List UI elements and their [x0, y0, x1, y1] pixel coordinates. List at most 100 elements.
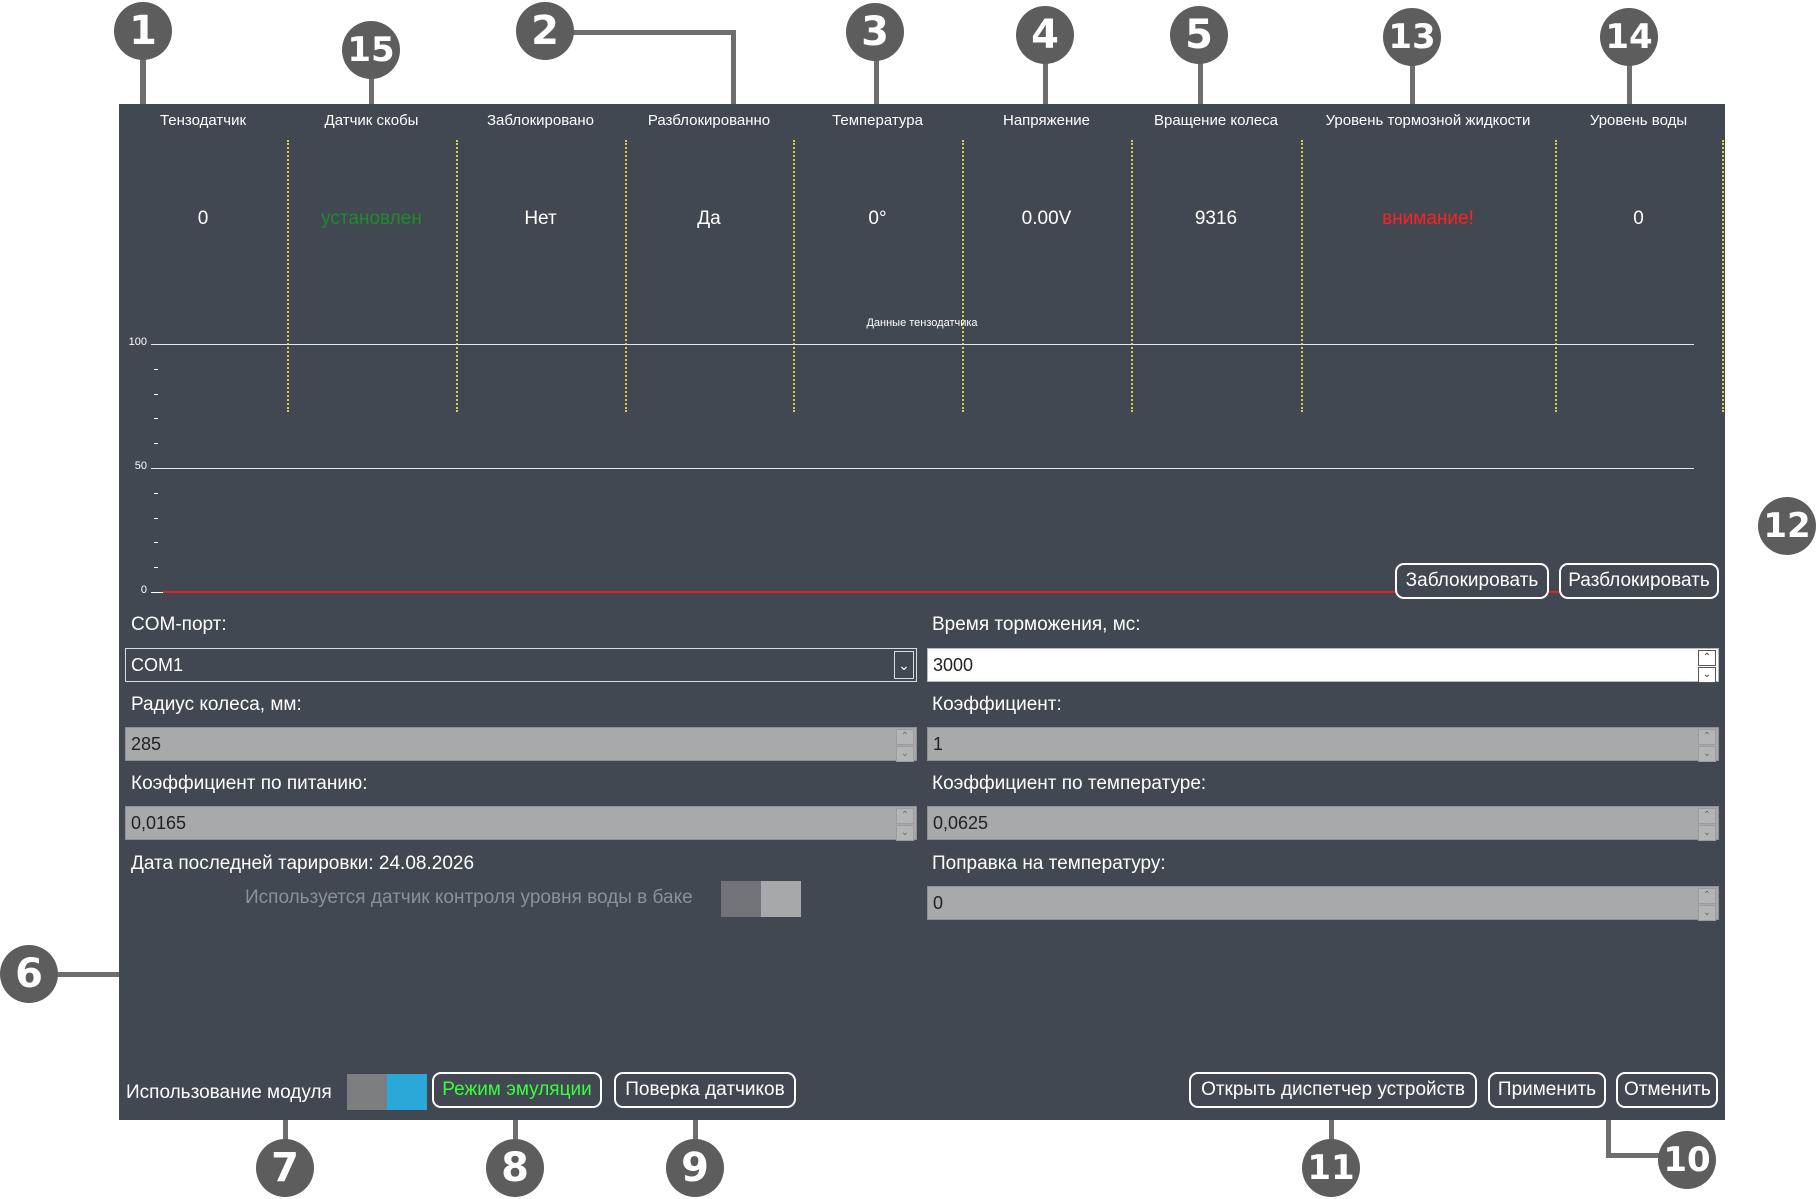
com-port-select[interactable]: COM1 ⌄ — [125, 648, 917, 682]
wheel-radius-value: 285 — [131, 734, 162, 754]
column-separator — [1131, 140, 1133, 412]
chevron-down-icon[interactable]: ⌄ — [896, 746, 914, 762]
callout-badge: 2 — [516, 2, 574, 60]
column-separator — [456, 140, 458, 412]
value-locked: Нет — [524, 208, 557, 229]
header-label-locked: Заблокировано — [487, 112, 594, 129]
minor-tick — [154, 394, 158, 395]
temp-coef-field[interactable]: 0,0625 ⌃ ⌄ — [927, 806, 1719, 841]
header-label-temperature: Температура — [832, 112, 923, 129]
brake-time-field[interactable]: 3000 ⌃ ⌄ — [927, 648, 1719, 683]
chevron-up-icon[interactable]: ⌃ — [1698, 729, 1716, 745]
minor-tick — [154, 493, 158, 494]
temp-correction-value: 0 — [933, 893, 944, 913]
module-usage-toggle[interactable] — [347, 1074, 427, 1110]
chevron-up-icon[interactable]: ⌃ — [896, 808, 914, 824]
power-coef-label: Коэффициент по питанию: — [131, 773, 368, 794]
column-separator — [793, 140, 795, 412]
header-label-tensometer: Тензодатчик — [159, 112, 247, 129]
app-panel: Тензодатчик Датчик скобы Заблокировано Р… — [119, 104, 1725, 1120]
column-separator — [962, 140, 964, 412]
temp-coef-stepper[interactable]: ⌃ ⌄ — [1698, 808, 1716, 841]
chevron-up-icon[interactable]: ⌃ — [1698, 808, 1716, 824]
open-device-manager-button[interactable]: Открыть диспетчер устройств — [1189, 1072, 1477, 1108]
coefficient-stepper[interactable]: ⌃ ⌄ — [1698, 729, 1716, 762]
chevron-down-icon[interactable]: ⌄ — [1698, 825, 1716, 841]
header-label-bracket-sensor: Датчик скобы — [324, 112, 419, 129]
emulation-mode-button[interactable]: Режим эмуляции — [432, 1072, 602, 1108]
brake-time-stepper[interactable]: ⌃ ⌄ — [1698, 650, 1716, 683]
chevron-up-icon[interactable]: ⌃ — [1698, 888, 1716, 904]
minor-tick — [154, 542, 158, 543]
callout-badge: 13 — [1383, 8, 1441, 66]
com-port-label: COM-порт: — [131, 614, 227, 635]
chevron-up-icon[interactable]: ⌃ — [1698, 650, 1716, 666]
zero-tick — [151, 592, 163, 593]
callout-badge: 10 — [1658, 1131, 1716, 1189]
column-separator — [625, 140, 627, 412]
chart-title: Данные тензодатчика — [866, 317, 978, 329]
callout-badge: 8 — [486, 1139, 544, 1197]
value-brake-fluid: внимание! — [1382, 208, 1474, 229]
header-label-water-level: Уровень воды — [1589, 112, 1688, 129]
callout-badge: 5 — [1170, 6, 1228, 64]
minor-tick — [154, 418, 158, 419]
gridline-50 — [151, 468, 1694, 469]
power-coef-stepper[interactable]: ⌃ ⌄ — [896, 808, 914, 841]
wheel-radius-field[interactable]: 285 ⌃ ⌄ — [125, 727, 917, 762]
power-coef-value: 0,0165 — [131, 813, 187, 833]
cancel-button[interactable]: Отменить — [1616, 1072, 1718, 1108]
value-tensometer: 0 — [197, 208, 209, 229]
toggle-knob — [387, 1074, 427, 1110]
header-label-wheel-rotation: Вращение колеса — [1153, 112, 1279, 129]
callout-badge: 7 — [256, 1139, 314, 1197]
chevron-down-icon[interactable]: ⌄ — [1698, 667, 1716, 683]
y-tick-label: 0 — [140, 584, 147, 596]
column-separator — [1722, 140, 1724, 412]
chevron-down-icon[interactable]: ⌄ — [894, 651, 914, 679]
chevron-up-icon[interactable]: ⌃ — [896, 729, 914, 745]
temp-correction-label: Поправка на температуру: — [932, 853, 1166, 874]
water-sensor-label: Используется датчик контроля уровня воды… — [245, 887, 693, 908]
apply-button[interactable]: Применить — [1488, 1072, 1606, 1108]
power-coef-field[interactable]: 0,0165 ⌃ ⌄ — [125, 806, 917, 841]
coefficient-field[interactable]: 1 ⌃ ⌄ — [927, 727, 1719, 762]
brake-time-label: Время торможения, мс: — [932, 614, 1141, 635]
lock-button[interactable]: Заблокировать — [1395, 563, 1549, 599]
gridline-100 — [151, 344, 1694, 345]
com-port-value: COM1 — [131, 655, 184, 675]
unlock-button[interactable]: Разблокировать — [1559, 563, 1719, 599]
callout-badge: 3 — [846, 3, 904, 61]
toggle-knob — [761, 881, 801, 917]
chevron-down-icon[interactable]: ⌄ — [896, 825, 914, 841]
water-sensor-toggle[interactable] — [721, 881, 801, 917]
temp-correction-stepper[interactable]: ⌃ ⌄ — [1698, 888, 1716, 921]
y-tick-label: 50 — [134, 460, 147, 472]
callout-line-2a — [560, 30, 736, 35]
minor-tick — [154, 369, 158, 370]
verify-sensors-button[interactable]: Поверка датчиков — [614, 1072, 796, 1108]
callout-badge: 9 — [666, 1139, 724, 1197]
calibration-date: Дата последней тарировки: 24.08.2026 — [131, 853, 475, 874]
value-unlocked: Да — [697, 208, 721, 229]
temp-correction-field[interactable]: 0 ⌃ ⌄ — [927, 886, 1719, 921]
chevron-down-icon[interactable]: ⌄ — [1698, 905, 1716, 921]
callout-badge: 12 — [1758, 497, 1816, 555]
header-label-voltage: Напряжение — [1003, 112, 1090, 129]
callout-badge: 1 — [114, 2, 172, 60]
callout-badge: 11 — [1302, 1139, 1360, 1197]
y-tick-label: 100 — [128, 336, 147, 348]
value-water-level: 0 — [1633, 208, 1644, 229]
wheel-radius-label: Радиус колеса, мм: — [131, 694, 302, 715]
callout-badge: 15 — [342, 21, 400, 79]
callout-badge: 4 — [1016, 6, 1074, 64]
callout-badge: 14 — [1600, 8, 1658, 66]
minor-tick — [154, 443, 158, 444]
wheel-radius-stepper[interactable]: ⌃ ⌄ — [896, 729, 914, 762]
minor-tick — [154, 567, 158, 568]
module-usage-label: Использование модуля — [126, 1082, 332, 1103]
callout-badge: 6 — [0, 945, 58, 1003]
chevron-down-icon[interactable]: ⌄ — [1698, 746, 1716, 762]
header-label-brake-fluid: Уровень тормозной жидкости — [1325, 112, 1531, 129]
minor-tick — [154, 518, 158, 519]
